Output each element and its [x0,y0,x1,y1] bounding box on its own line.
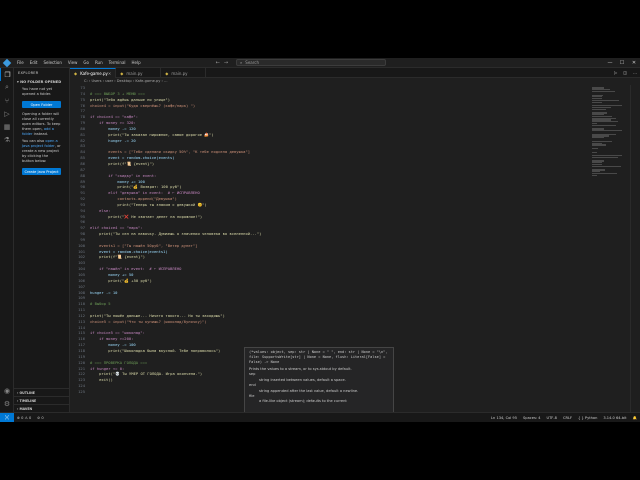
search-activity-icon[interactable]: ⌕ [0,81,14,94]
java-project-hint: You can also open a Java project folder,… [22,139,61,163]
code-text: print("💰 +50 руб") [90,277,152,283]
minimap-line [592,101,602,103]
vscode-window: File Edit Selection View Go Run Terminal… [0,58,640,422]
encoding[interactable]: UTF-8 [543,416,559,420]
code-text: hunger -= 10 [90,289,118,295]
minimap-line [592,147,598,150]
python-interpreter[interactable]: 3.14.0 64-bit [600,416,629,420]
minimap-line [592,156,618,159]
menu-terminal[interactable]: Terminal [106,58,129,68]
more-actions-icon[interactable]: … [630,68,640,77]
search-placeholder: Search [245,60,260,65]
source-control-icon[interactable]: ⑂ [0,94,14,107]
search-icon: ⌕ [240,60,243,65]
minimap-line [592,137,604,139]
status-bar: ⟩⟨ ⊗ 0 ⚠ 0 ⊘ 0 Ln 134, Col 95 Spaces: 4 … [0,412,640,422]
create-java-project-button[interactable]: Create Java Project [22,168,61,175]
ports-count[interactable]: ⊘ 0 [34,416,46,420]
vscode-logo-icon [0,58,14,68]
settings-gear-icon[interactable]: ⚙ [0,397,14,410]
code-text: choice4 = input("Куда свернёшь? (кафе/па… [90,102,196,108]
tab-main[interactable]: ◆ main.py [116,68,162,78]
code-text: print(f"📜 {event}") [90,254,146,260]
editor-tabs: ◆ Kafe-game.py ✕ ◆ main.py ◆ main.py ▷ ◫… [70,68,640,78]
extensions-icon[interactable]: ▦ [0,120,14,133]
python-file-icon: ◆ [165,70,169,76]
title-bar: File Edit Selection View Go Run Terminal… [0,58,640,68]
command-center-search[interactable]: ⌕ Search [236,59,387,66]
code-text: choice5 = input("Что ты купишь? (шоколад… [90,318,207,324]
minimap-line [592,174,597,176]
minimap-line [592,90,615,93]
minimap-line [592,151,597,153]
open-folder-button[interactable]: Open Folder [22,101,61,108]
minimap-line [592,108,606,110]
minimap-line [592,124,616,126]
python-file-icon: ◆ [120,70,124,76]
maximize-icon[interactable]: ☐ [616,58,628,68]
problems-count[interactable]: ⊗ 0 ⚠ 0 [14,416,34,420]
menu-go[interactable]: Go [80,58,92,68]
bell-icon[interactable]: 🔔 [630,416,640,420]
menu-edit[interactable]: Edit [27,58,41,68]
minimap[interactable] [590,85,630,412]
maven-section[interactable]: › MAVEN [14,404,70,412]
explorer-sidebar: EXPLORER ▾ NO FOLDER OPENED You have not… [14,68,70,412]
param-file-desc: a file-like object (stream); defaults to… [259,399,347,404]
tab-main-2[interactable]: ◆ main.py [161,68,207,78]
code-text: print("❌ Не хватает денег на пирожное!") [90,213,203,219]
outline-section[interactable]: › OUTLINE [14,388,70,396]
editor-scrollbar[interactable] [630,85,640,412]
line-number: 125 [78,388,85,394]
code-text: print(f"📜 {event}") [90,160,155,166]
tab-kafe-game[interactable]: ◆ Kafe-game.py ✕ [70,68,117,78]
minimap-line [592,144,606,146]
split-editor-icon[interactable]: ◫ [620,68,630,77]
back-arrow-icon[interactable]: ← [214,58,222,68]
cursor-position[interactable]: Ln 134, Col 95 [488,416,520,420]
menu-selection[interactable]: Selection [40,58,64,68]
code-text: hunger -= 20 [90,137,136,143]
no-folder-message: You have not yet opened a folder. [22,87,53,96]
hover-tooltip: (*values: object, sep: str | None = " ",… [244,347,394,422]
python-file-icon: ◆ [74,71,78,76]
indentation[interactable]: Spaces: 4 [520,416,543,420]
minimize-icon[interactable]: — [604,58,616,68]
line-ending[interactable]: CRLF [560,416,575,420]
timeline-section[interactable]: › TIMELINE [14,396,70,404]
no-folder-section[interactable]: ▾ NO FOLDER OPENED [14,78,69,86]
activity-bar: ❐ ⌕ ⑂ ▷ ▦ ⚗ ◉ ⚙ [0,68,14,412]
code-text: print("Ты сел на лавочку. Думаешь о знач… [90,231,262,237]
language-mode[interactable]: { } Python [575,416,600,420]
code-text: print("Шоколадка была вкусной. Тебе понр… [90,347,221,353]
run-debug-icon[interactable]: ▷ [0,107,14,120]
menu-help[interactable]: Help [129,58,144,68]
forward-arrow-icon[interactable]: → [222,58,230,68]
close-window-icon[interactable]: ✕ [628,58,640,68]
open-folder-hint: Opening a folder will close all currentl… [22,112,61,136]
sidebar-header: EXPLORER [18,71,39,75]
breadcrumb[interactable]: C: › Users › user › Desktop › Kafe-game.… [70,78,640,85]
explorer-icon[interactable]: ❐ [0,68,14,81]
menu-view[interactable]: View [65,58,81,68]
minimap-line [592,165,621,167]
account-icon[interactable]: ◉ [0,384,14,397]
print-signature: (*values: object, sep: str | None = " ",… [249,350,390,364]
close-tab-icon[interactable]: ✕ [108,71,111,76]
code-text: exit() [90,377,113,383]
menu-run[interactable]: Run [92,58,106,68]
code-text: # Выбор 5 [90,301,111,307]
testing-icon[interactable]: ⚗ [0,133,14,146]
menu-file[interactable]: File [14,58,27,68]
minimap-line [592,130,622,132]
remote-indicator-icon[interactable]: ⟩⟨ [0,412,14,422]
run-file-icon[interactable]: ▷ [611,68,620,77]
